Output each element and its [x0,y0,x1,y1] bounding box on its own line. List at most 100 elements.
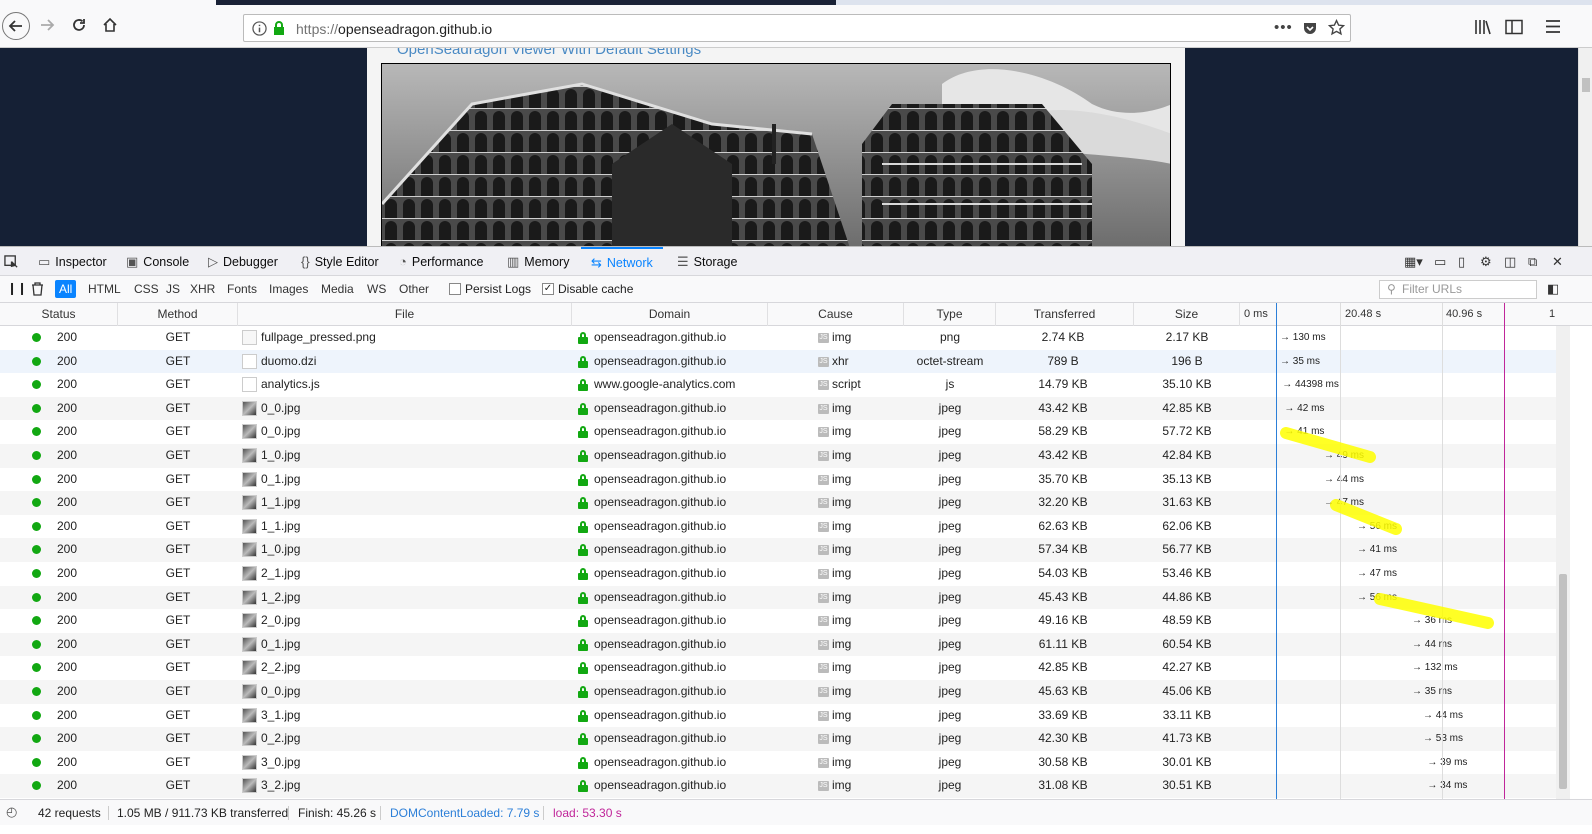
toggle-sidebar-icon[interactable]: ◧ [1547,281,1559,297]
persist-logs-checkbox[interactable]: Persist Logs [449,282,531,296]
content-type: jpeg [938,684,962,698]
waterfall-timing[interactable]: → 44 ms [1423,704,1463,728]
request-cause: img [832,471,852,486]
table-row[interactable]: 200 GET 0_0.jpg openseadragon.github.io JS im… [0,680,1556,704]
page-scrollbar-thumb[interactable] [1582,78,1590,92]
header-domain[interactable]: Domain [572,303,768,326]
request-list-scrollbar[interactable] [1556,326,1570,799]
tab-style-editor[interactable]: {} Style Editor [301,247,379,276]
library-icon[interactable] [1474,19,1492,35]
pocket-icon[interactable] [1302,20,1318,36]
request-method: GET [165,566,191,580]
table-row[interactable]: 200 GET 3_2.jpg openseadragon.github.io JS im… [0,774,1556,798]
filter-media[interactable]: Media [317,280,358,298]
table-row[interactable]: 200 GET analytics.js www.google-analytics.c… [0,373,1556,397]
tab-network[interactable]: ⇆ Network [581,247,663,276]
table-row[interactable]: 200 GET fullpage_pressed.png openseadragon.… [0,326,1556,350]
filter-html[interactable]: HTML [84,280,125,298]
arrow-icon: → [1412,686,1425,697]
filter-other[interactable]: Other [395,280,433,298]
filter-js[interactable]: JS [162,280,184,298]
tab-storage[interactable]: ☰ Storage [677,247,737,276]
performance-analysis-icon[interactable]: ◴ [6,804,17,820]
bookmark-star-icon[interactable] [1328,19,1345,36]
pick-element-icon[interactable] [4,255,19,270]
file-name: 0_2.jpg [261,731,301,746]
waterfall-timing[interactable]: → 35 ms [1280,350,1320,374]
filter-ws[interactable]: WS [363,280,390,298]
page-scrollbar[interactable] [1578,48,1592,246]
table-row[interactable]: 200 GET 3_1.jpg openseadragon.github.io JS im… [0,704,1556,728]
close-icon[interactable]: ✕ [1552,254,1563,270]
waterfall-timing[interactable]: → 53 ms [1423,727,1463,751]
arrow-icon: → [1423,733,1436,745]
tick-label: 40.96 s [1446,308,1483,320]
request-method: GET [165,636,191,651]
home-button[interactable] [97,12,123,38]
waterfall-timing[interactable]: → 34 ms [1427,774,1467,798]
waterfall-timing[interactable]: → 130 ms [1280,326,1326,350]
filter-urls-input[interactable]: ⚲ Filter URLs [1379,280,1537,299]
sidebar-icon[interactable] [1505,19,1523,35]
header-type[interactable]: Type [904,303,996,326]
waterfall-timing[interactable]: → 44398 ms [1282,373,1339,397]
filter-css[interactable]: CSS [130,280,163,298]
arrow-icon: → [1427,756,1441,768]
layout-toggle-icon[interactable]: ▦▾ [1404,254,1423,270]
info-icon[interactable] [252,21,267,36]
table-row[interactable]: 200 GET 3_0.jpg openseadragon.github.io JS im… [0,751,1556,775]
tab-memory[interactable]: ▥ Memory [507,247,569,276]
secure-lock-icon [578,497,588,510]
openseadragon-viewer[interactable] [381,63,1171,246]
header-status[interactable]: Status [0,303,118,326]
domain-name: openseadragon.github.io [594,660,727,675]
header-waterfall[interactable]: 0 ms 20.48 s 40.96 s 1 [1240,303,1556,326]
split-console-icon[interactable]: ▭ [1434,254,1446,270]
table-row[interactable]: 200 GET 2_2.jpg openseadragon.github.io JS im… [0,656,1556,680]
content-type: jpeg [938,636,962,651]
table-row[interactable]: 200 GET 0_2.jpg openseadragon.github.io JS im… [0,727,1556,751]
disable-cache-checkbox[interactable]: ✓ Disable cache [542,282,633,296]
disable-cache-box[interactable]: ✓ [542,283,554,295]
clear-trash-icon[interactable] [31,282,44,296]
back-button[interactable] [2,12,30,40]
filter-images[interactable]: Images [265,280,312,298]
waterfall-timing[interactable]: → 35 ms [1412,680,1452,704]
transferred-size: 2.74 KB [1041,330,1085,344]
forward-button[interactable] [34,12,60,38]
waterfall-timing[interactable]: → 39 ms [1427,751,1467,775]
hamburger-menu-icon[interactable] [1545,19,1561,34]
page-actions-icon[interactable]: ••• [1274,19,1293,36]
tab-performance[interactable]: ◔ Performance [399,247,483,276]
tab-console[interactable]: ▣ Console [126,247,189,276]
content-type: octet-stream [916,353,984,368]
tab-debugger[interactable]: ▷ Debugger [208,247,278,276]
header-file[interactable]: File [238,303,572,326]
reload-button[interactable] [66,12,92,38]
network-toolbar: ❙❙ All HTML CSS JS XHR Fonts Images Medi… [0,276,1592,303]
persist-logs-box[interactable] [449,283,461,295]
active-tab[interactable] [216,0,836,5]
pause-icon[interactable]: ❙❙ [7,281,27,295]
url-text[interactable]: https://openseadragon.github.io [296,21,492,37]
filter-all[interactable]: All [55,280,77,298]
tab-inspector[interactable]: ▭ Inspector [38,247,107,276]
filter-fonts[interactable]: Fonts [223,280,261,298]
request-cause: img [832,707,852,722]
file-thumbnail-icon [242,495,257,511]
dock-side-icon[interactable]: ◫ [1504,254,1516,270]
js-cause-icon: JS [818,545,829,556]
header-size[interactable]: Size [1134,303,1240,326]
header-method[interactable]: Method [118,303,238,326]
filter-xhr[interactable]: XHR [186,280,219,298]
url-bar[interactable]: https://openseadragon.github.io ••• [243,14,1351,42]
settings-gear-icon[interactable]: ⚙ [1480,254,1492,270]
file-thumbnail-icon [242,518,257,534]
responsive-design-icon[interactable]: ▯ [1458,254,1465,270]
header-cause[interactable]: Cause [768,303,904,326]
waterfall-timing[interactable]: → 132 ms [1412,656,1458,680]
request-list-scrollbar-thumb[interactable] [1559,574,1567,789]
table-row[interactable]: 200 GET duomo.dzi openseadragon.github.io JS… [0,349,1556,374]
undock-icon[interactable]: ⧉ [1528,254,1537,270]
header-transferred[interactable]: Transferred [996,303,1134,326]
